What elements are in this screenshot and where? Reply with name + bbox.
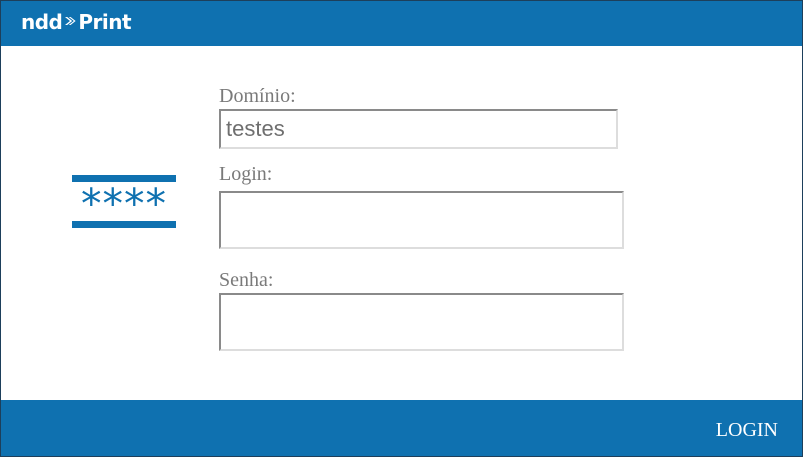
password-label: Senha: (219, 269, 274, 291)
logo-print-text: Print (78, 10, 132, 34)
password-icon-bottom-line (72, 221, 176, 228)
login-label: Login: (219, 163, 273, 185)
password-input[interactable] (219, 293, 624, 351)
login-window: ndd Print **** Domínio: Login: Senha: LO… (0, 0, 803, 457)
login-input[interactable] (219, 191, 624, 249)
logo-ndd-text: ndd (21, 10, 63, 34)
top-brand-bar: ndd Print (1, 1, 802, 46)
password-icon: **** (72, 175, 176, 231)
ndd-print-logo: ndd Print (21, 10, 132, 34)
password-icon-asterisks: **** (81, 180, 167, 228)
bottom-action-bar: LOGIN (1, 400, 802, 456)
login-button[interactable]: LOGIN (716, 419, 778, 441)
logo-chevron-icon (65, 17, 76, 25)
domain-input[interactable] (219, 109, 618, 149)
domain-label: Domínio: (219, 85, 296, 107)
